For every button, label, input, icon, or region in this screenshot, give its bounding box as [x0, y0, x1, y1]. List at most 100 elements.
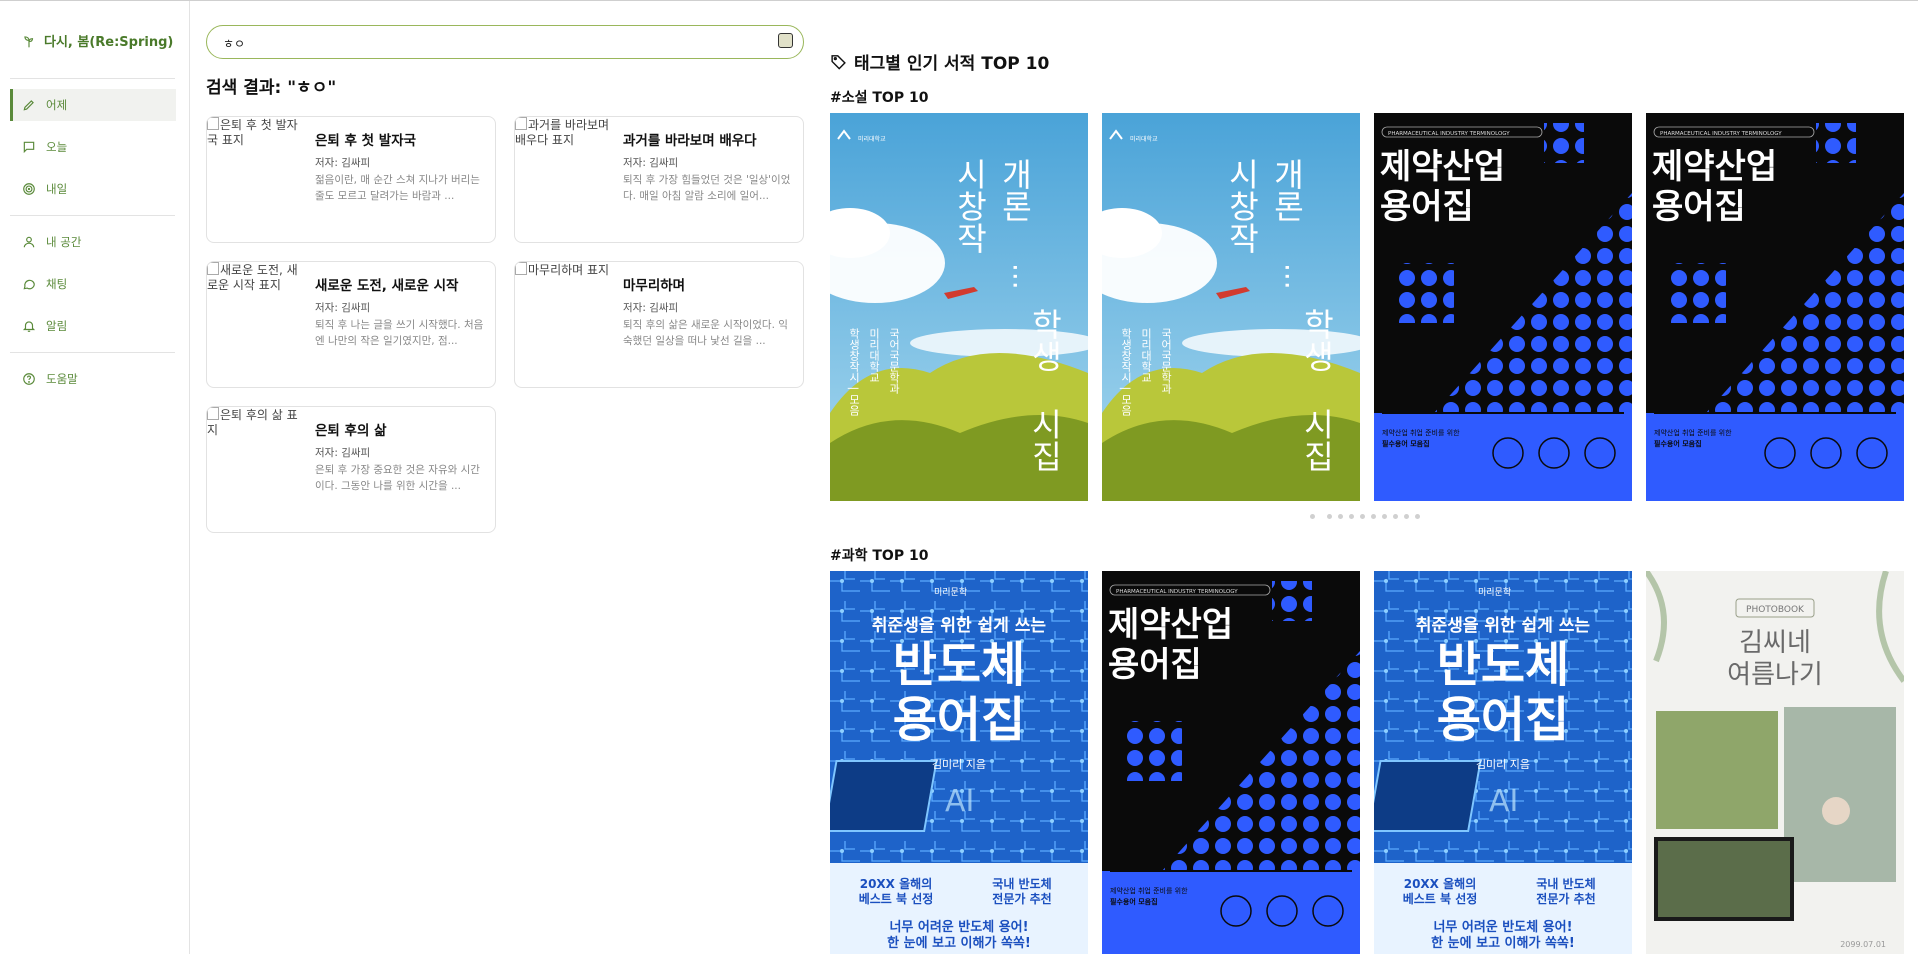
cover-title: 시창작	[951, 158, 989, 254]
cover-header: PHARMACEUTICAL INDUSTRY TERMINOLOGY	[1660, 131, 1782, 137]
result-card[interactable]: 새로운 도전, 새로운 시작 표지 새로운 도전, 새로운 시작 저자: 김싸피…	[206, 261, 496, 388]
carousel-dot[interactable]	[1382, 514, 1387, 519]
sidebar-item-yesterday[interactable]: 어제	[10, 89, 176, 121]
chat-bubble-icon	[23, 141, 35, 154]
sidebar-item-label: 내 공간	[46, 235, 82, 249]
cover-title: 용어집	[893, 692, 1025, 748]
cover-subtitle: 취준생을 위한 쉽게 쓰는	[1416, 615, 1591, 636]
result-title: 마무리하며	[623, 278, 686, 294]
book-cover-photobook[interactable]: PHOTOBOOK 김씨네 여름나기 2099.07.01	[1646, 571, 1904, 954]
cover-title: 시집	[1026, 408, 1064, 472]
sidebar: 다시, 봄(Re:Spring) 어제 오늘 내일 내 공간 채팅 알림 도움말	[0, 1, 190, 954]
result-card[interactable]: 과거를 바라보며 배우다 표지 과거를 바라보며 배우다 저자: 김싸피 퇴직 …	[514, 116, 804, 243]
cover-author: 김미리 지음	[932, 758, 986, 771]
book-cover-semiconductor[interactable]: AI 미리문학 취준생을 위한 쉽게 쓰는 반도체 용어집 김미리 지음 20X…	[1374, 571, 1632, 954]
cover-header: PHARMACEUTICAL INDUSTRY TERMINOLOGY	[1116, 589, 1238, 595]
sidebar-item-chat[interactable]: 채팅	[10, 268, 176, 300]
sidebar-item-label: 내일	[46, 182, 68, 196]
result-card[interactable]: 은퇴 후의 삶 표지 은퇴 후의 삶 저자: 김싸피 은퇴 후 가장 중요한 것…	[206, 406, 496, 533]
cover-author: 김미리 지음	[1476, 758, 1530, 771]
book-cover-image: 은퇴 후의 삶 표지	[207, 407, 298, 437]
cover-badge: 20XX 올해의	[860, 876, 933, 891]
sidebar-item-tomorrow[interactable]: 내일	[10, 173, 176, 205]
brand-name: 다시, 봄(Re:Spring)	[44, 35, 174, 50]
book-cover-semiconductor[interactable]: AI 미리문학 취준생을 위한 쉽게 쓰는 반도체 용어집 김미리 지음 20X…	[830, 571, 1088, 954]
result-title: 새로운 도전, 새로운 시작	[315, 278, 459, 294]
section-label-novel: #소설 TOP 10	[830, 90, 929, 106]
carousel-dot[interactable]	[1338, 514, 1343, 519]
book-cover-image: 은퇴 후 첫 발자국 표지	[207, 117, 298, 147]
cover-title: 시집	[1298, 408, 1336, 472]
result-author: 저자: 김싸피	[315, 157, 371, 169]
result-card[interactable]: 마무리하며 표지 마무리하며 저자: 김싸피 퇴직 후의 삶은 새로운 시작이었…	[514, 261, 804, 388]
book-cover-pharma[interactable]: PHARMACEUTICAL INDUSTRY TERMINOLOGY 제약산업…	[1646, 113, 1904, 501]
broken-image-icon	[207, 117, 219, 130]
book-cover-image: 과거를 바라보며 배우다 표지	[515, 117, 610, 147]
semiconductor-cover-art: AI 미리문학 취준생을 위한 쉽게 쓰는 반도체 용어집 김미리 지음 20X…	[1374, 571, 1632, 954]
search-input[interactable]	[221, 32, 765, 54]
carousel-dot[interactable]	[1360, 514, 1365, 519]
carousel-dot[interactable]	[1404, 514, 1409, 519]
carousel-dot[interactable]	[1393, 514, 1398, 519]
book-cover-poetry[interactable]: 미리대학교 시창작 개론 ··· 학생 시집 국어국문학과 미리대학교 학생창작…	[1102, 113, 1360, 501]
book-cover-image: 마무리하며 표지	[515, 262, 613, 278]
cover-tagline: 너무 어려운 반도체 용어!	[889, 919, 1028, 935]
cover-subtitle: 미리대학교	[1140, 328, 1153, 383]
cover-tagline: 한 눈에 보고 이해가 쏙쏙!	[887, 935, 1031, 951]
result-title: 은퇴 후 첫 발자국	[315, 133, 417, 149]
cover-title: 반도체	[1437, 637, 1569, 693]
cover-chip-label: AI	[1489, 784, 1518, 819]
cover-tag: PHOTOBOOK	[1746, 605, 1805, 615]
sidebar-item-help[interactable]: 도움말	[10, 363, 176, 395]
popular-heading: 태그별 인기 서적 TOP 10	[830, 49, 1049, 74]
nav-primary: 어제 오늘 내일	[0, 79, 189, 205]
carousel-dot[interactable]	[1327, 514, 1332, 519]
search-bar	[206, 25, 804, 59]
cover-title: 개론	[996, 158, 1034, 222]
cover-title: 시창작	[1223, 158, 1261, 254]
cover-subtitle: 학생창작시 | 모음	[1120, 328, 1133, 416]
cover-date: 2099.07.01	[1840, 940, 1886, 949]
result-card[interactable]: 은퇴 후 첫 발자국 표지 은퇴 후 첫 발자국 저자: 김싸피 젊음이란, 매…	[206, 116, 496, 243]
cover-publisher: 미리문학	[1478, 587, 1511, 598]
brand[interactable]: 다시, 봄(Re:Spring)	[0, 1, 189, 58]
result-excerpt: 은퇴 후 가장 중요한 것은 자유와 시간이다. 그동안 나를 위한 시간을 .…	[315, 464, 480, 492]
carousel-pagination	[1310, 514, 1420, 519]
tag-icon	[831, 55, 846, 70]
search-button[interactable]	[778, 33, 793, 48]
sidebar-item-notifications[interactable]: 알림	[10, 310, 176, 342]
book-cover-poetry[interactable]: 미리대학교 시창작 개론 ··· 학생 시집 국어국문학과 미리대학교 학생창작…	[830, 113, 1088, 501]
sidebar-item-my-space[interactable]: 내 공간	[10, 226, 176, 258]
carousel-dot[interactable]	[1349, 514, 1354, 519]
carousel-dot[interactable]	[1415, 514, 1420, 519]
target-icon	[23, 183, 35, 195]
sidebar-item-label: 알림	[46, 319, 68, 333]
cover-subtitle: 미리대학교	[868, 328, 881, 383]
carousel-dot[interactable]	[1371, 514, 1376, 519]
cover-badge: 국내 반도체	[1536, 876, 1595, 891]
cover-title: 제약산업	[1652, 147, 1777, 187]
sidebar-item-today[interactable]: 오늘	[10, 131, 176, 163]
cover-title: 제약산업	[1108, 605, 1233, 645]
result-author: 저자: 김싸피	[315, 302, 371, 314]
sidebar-item-label: 채팅	[46, 277, 68, 291]
book-cover-pharma[interactable]: PHARMACEUTICAL INDUSTRY TERMINOLOGY 제약산업…	[1374, 113, 1632, 501]
cover-subtitle: 학생창작시 | 모음	[848, 328, 861, 416]
broken-image-icon	[207, 407, 219, 420]
carousel-dot[interactable]	[1310, 514, 1315, 519]
nav-help: 도움말	[0, 353, 189, 395]
cover-badge: 국내 반도체	[992, 876, 1051, 891]
book-cover-pharma[interactable]: PHARMACEUTICAL INDUSTRY TERMINOLOGY 제약산업…	[1102, 571, 1360, 954]
search-results-title: 검색 결과: "ㅎㅇ"	[206, 78, 337, 98]
cover-title: ···	[1271, 263, 1304, 290]
cover-title: 용어집	[1380, 187, 1474, 227]
cover-badge: 전문가 추천	[1536, 891, 1595, 906]
user-icon	[23, 236, 35, 248]
cover-subtitle: 제약산업 취업 준비를 위한	[1654, 428, 1732, 437]
cover-subtitle: 제약산업 취업 준비를 위한	[1382, 428, 1460, 437]
cover-subtitle: 필수용어 모음집	[1654, 439, 1702, 448]
result-excerpt: 퇴직 후 나는 글을 쓰기 시작했다. 처음엔 나만의 작은 일기였지만, 점.…	[315, 319, 484, 347]
pharma-cover-art: PHARMACEUTICAL INDUSTRY TERMINOLOGY 제약산업…	[1102, 571, 1360, 954]
pharma-cover-art: PHARMACEUTICAL INDUSTRY TERMINOLOGY 제약산업…	[1374, 113, 1632, 501]
cover-subtitle: 취준생을 위한 쉽게 쓰는	[872, 615, 1047, 636]
